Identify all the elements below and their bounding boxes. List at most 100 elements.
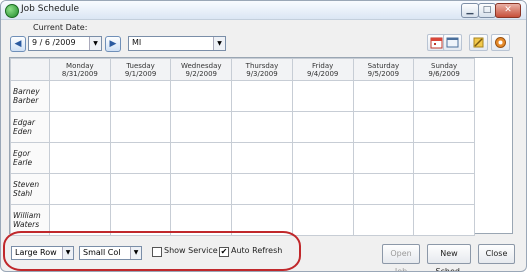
- row-size-select[interactable]: Large Row ▼: [11, 246, 74, 260]
- auto-refresh-label: Auto Refresh: [231, 246, 283, 255]
- new-schedule-button[interactable]: New Sched.: [427, 244, 471, 271]
- day-header-tuesday: Tuesday 9/1/2009: [109, 58, 172, 81]
- schedule-cell[interactable]: [231, 173, 293, 205]
- schedule-cell[interactable]: [170, 111, 233, 143]
- settings-icon: [495, 37, 506, 48]
- schedule-cell[interactable]: [170, 142, 233, 174]
- previous-date-button[interactable]: ◀: [10, 36, 26, 52]
- schedule-cell[interactable]: [109, 142, 172, 174]
- day-header-wednesday: Wednesday 9/2/2009: [170, 58, 233, 81]
- row-size-value: Large Row: [15, 248, 57, 257]
- day-name: Monday: [66, 61, 94, 70]
- date-value: 9 / 6 /2009: [32, 38, 76, 47]
- day-name: Tuesday: [126, 61, 155, 70]
- day-name: Sunday: [431, 61, 458, 70]
- worker-name: Edgar Eden: [10, 111, 50, 143]
- schedule-cell[interactable]: [231, 142, 293, 174]
- close-window-button[interactable]: ✕: [495, 3, 521, 18]
- show-service-label: Show Service: [164, 246, 218, 255]
- app-icon: [5, 4, 19, 18]
- schedule-cell[interactable]: [413, 80, 475, 112]
- schedule-cell[interactable]: [352, 204, 415, 236]
- schedule-cell[interactable]: [352, 111, 415, 143]
- worker-name: Egor Earle: [10, 142, 50, 174]
- day-name: Thursday: [245, 61, 279, 70]
- day-date: 9/5/2009: [367, 69, 400, 78]
- column-size-select[interactable]: Small Col ▼: [79, 246, 142, 260]
- close-button[interactable]: Close: [478, 244, 515, 264]
- schedule-cell[interactable]: [352, 142, 415, 174]
- day-name: Saturday: [367, 61, 400, 70]
- schedule-table: Monday 8/31/2009 Tuesday 9/1/2009 Wednesday 9…: [10, 58, 475, 236]
- filter-select[interactable]: MI ▼: [128, 36, 226, 51]
- window-title: Job Schedule: [21, 4, 80, 14]
- worker-name: Steven Stahl: [10, 173, 50, 205]
- worker-row: Egor Earle: [10, 142, 475, 174]
- title-bar: Job Schedule ▁ □ ✕: [1, 1, 526, 20]
- settings-button[interactable]: [491, 34, 510, 51]
- current-date-picker[interactable]: 9 / 6 /2009 ▼: [28, 36, 102, 51]
- show-service-checkbox[interactable]: [152, 247, 162, 257]
- schedule-cell[interactable]: [413, 111, 475, 143]
- schedule-cell[interactable]: [413, 142, 475, 174]
- schedule-cell[interactable]: [170, 173, 233, 205]
- day-date: 9/4/2009: [306, 69, 339, 78]
- column-size-value: Small Col: [83, 248, 121, 257]
- schedule-cell[interactable]: [291, 80, 354, 112]
- chevron-down-icon[interactable]: ▼: [89, 37, 101, 50]
- schedule-cell[interactable]: [291, 111, 354, 143]
- filter-value: MI: [132, 38, 142, 47]
- day-date: 9/1/2009: [124, 69, 157, 78]
- worker-name: Barney Barber: [10, 80, 50, 112]
- schedule-cell[interactable]: [109, 111, 172, 143]
- window-button[interactable]: [443, 34, 462, 51]
- auto-refresh-checkbox[interactable]: ✔: [219, 247, 229, 257]
- schedule-cell[interactable]: [231, 80, 293, 112]
- schedule-cell[interactable]: [231, 111, 293, 143]
- day-date: 9/2/2009: [185, 69, 217, 78]
- day-header-sunday: Sunday 9/6/2009: [413, 58, 475, 81]
- chevron-down-icon[interactable]: ▼: [62, 247, 73, 259]
- arrow-left-icon: ◀: [14, 39, 22, 49]
- schedule-cell[interactable]: [291, 173, 354, 205]
- maximize-button[interactable]: □: [478, 3, 496, 18]
- chevron-down-icon[interactable]: ▼: [130, 247, 141, 259]
- schedule-cell[interactable]: [170, 80, 233, 112]
- day-date: 9/3/2009: [246, 69, 278, 78]
- minimize-button[interactable]: ▁: [461, 3, 479, 18]
- day-header-thursday: Thursday 9/3/2009: [231, 58, 293, 81]
- schedule-cell[interactable]: [49, 173, 111, 205]
- current-date-label: Current Date:: [33, 23, 88, 32]
- day-header-row: Monday 8/31/2009 Tuesday 9/1/2009 Wednesday 9…: [10, 58, 475, 81]
- next-date-button[interactable]: ▶: [105, 36, 121, 52]
- schedule-cell[interactable]: [49, 142, 111, 174]
- day-name: Friday: [312, 61, 334, 70]
- schedule-cell[interactable]: [49, 111, 111, 143]
- schedule-cell[interactable]: [413, 173, 475, 205]
- schedule-cell[interactable]: [291, 142, 354, 174]
- tools-icon: [473, 37, 484, 48]
- schedule-cell[interactable]: [49, 80, 111, 112]
- tools-button[interactable]: [469, 34, 488, 51]
- schedule-cell[interactable]: [109, 173, 172, 205]
- worker-row: Barney Barber: [10, 80, 475, 112]
- worker-row: Edgar Eden: [10, 111, 475, 143]
- corner-cell: [10, 58, 50, 81]
- day-header-saturday: Saturday 9/5/2009: [352, 58, 415, 81]
- day-header-monday: Monday 8/31/2009: [49, 58, 111, 81]
- schedule-cell[interactable]: [413, 204, 475, 236]
- job-schedule-window: Job Schedule ▁ □ ✕ Current Date: ◀ 9 / 6…: [0, 0, 527, 272]
- chevron-down-icon[interactable]: ▼: [213, 37, 225, 50]
- arrow-right-icon: ▶: [109, 39, 117, 49]
- schedule-cell[interactable]: [352, 173, 415, 205]
- schedule-cell[interactable]: [352, 80, 415, 112]
- schedule-grid: Monday 8/31/2009 Tuesday 9/1/2009 Wednesday 9…: [9, 57, 513, 236]
- day-date: 8/31/2009: [61, 69, 98, 78]
- open-job-button[interactable]: Open Job: [382, 244, 420, 271]
- schedule-cell[interactable]: [291, 204, 354, 236]
- day-date: 9/6/2009: [428, 69, 460, 78]
- worker-row: Steven Stahl: [10, 173, 475, 205]
- schedule-cell[interactable]: [109, 80, 172, 112]
- day-name: Wednesday: [180, 61, 222, 70]
- window-icon: [446, 37, 459, 48]
